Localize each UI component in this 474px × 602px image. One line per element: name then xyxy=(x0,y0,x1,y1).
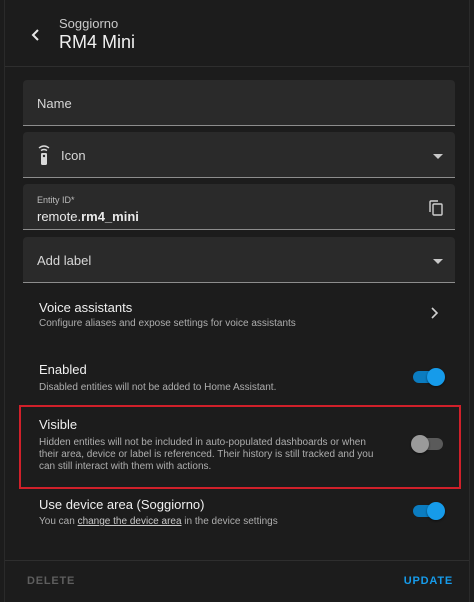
enabled-title: Enabled xyxy=(39,362,87,377)
visible-toggle[interactable] xyxy=(411,435,445,453)
dialog-title: RM4 Mini xyxy=(59,32,136,52)
header-divider xyxy=(5,66,469,67)
name-field[interactable]: Name xyxy=(23,80,455,126)
visible-description-line2: their area, device or label is reference… xyxy=(39,449,374,460)
delete-button[interactable]: DELETE xyxy=(27,575,75,587)
back-button[interactable] xyxy=(23,22,49,48)
change-device-area-link[interactable]: change the device area xyxy=(78,516,182,527)
entity-id-label: Entity ID* xyxy=(37,195,75,205)
visible-title: Visible xyxy=(39,417,78,432)
visible-description-line3: can still interact with them with action… xyxy=(39,461,212,472)
voice-assistants-title: Voice assistants xyxy=(39,300,133,315)
use-device-area-description: You can change the device area in the de… xyxy=(39,516,278,527)
dialog-subtitle: Soggiorno xyxy=(59,16,119,31)
enabled-description: Disabled entities will not be added to H… xyxy=(39,382,277,393)
entity-settings-dialog: Soggiorno RM4 Mini Name Icon Entity ID* … xyxy=(4,0,470,602)
voice-assistants-description: Configure aliases and expose settings fo… xyxy=(39,318,296,329)
icon-field-label: Icon xyxy=(61,148,86,163)
chevron-down-icon xyxy=(433,154,443,159)
enabled-toggle[interactable] xyxy=(411,368,445,386)
entity-id-value: remote.rm4_mini xyxy=(37,209,139,224)
back-arrow-icon xyxy=(31,29,39,41)
add-label-text: Add label xyxy=(37,253,92,268)
use-device-area-title: Use device area (Soggiorno) xyxy=(39,497,205,512)
entity-id-field[interactable]: Entity ID* remote.rm4_mini xyxy=(23,184,455,230)
add-label-field[interactable]: Add label xyxy=(23,237,455,283)
visible-description-line1: Hidden entities will not be included in … xyxy=(39,437,366,448)
footer-divider xyxy=(5,560,469,561)
name-field-label: Name xyxy=(37,96,72,111)
chevron-down-icon xyxy=(433,259,443,264)
remote-icon xyxy=(38,145,50,165)
icon-field[interactable]: Icon xyxy=(23,132,455,178)
voice-assistants-row[interactable]: Voice assistants Configure aliases and e… xyxy=(5,293,469,337)
use-device-area-toggle[interactable] xyxy=(411,502,445,520)
update-button[interactable]: UPDATE xyxy=(404,575,453,587)
chevron-right-icon xyxy=(431,307,439,319)
copy-icon[interactable] xyxy=(429,200,443,216)
